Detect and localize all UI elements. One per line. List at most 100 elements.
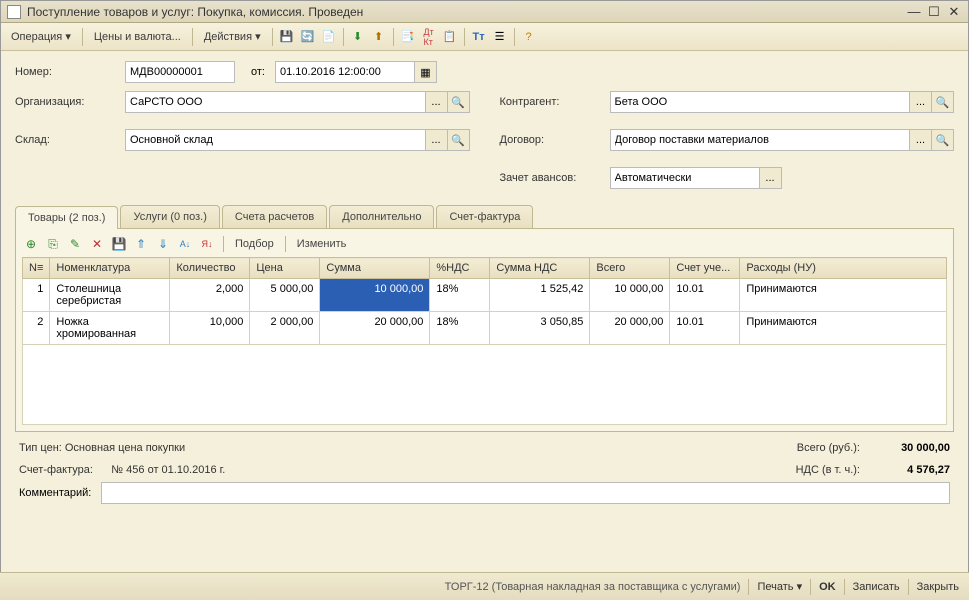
number-input[interactable] — [125, 61, 235, 83]
tt-icon[interactable]: Тт — [470, 28, 488, 46]
col-n[interactable]: N≡ — [23, 258, 50, 279]
dogovor-select-button[interactable]: ... — [910, 129, 932, 151]
cell-n[interactable]: 2 — [23, 312, 50, 345]
col-vatp[interactable]: %НДС — [430, 258, 490, 279]
add-row-icon[interactable]: ⊕ — [22, 235, 40, 253]
cell-total[interactable]: 10 000,00 — [590, 279, 670, 312]
cell-acct[interactable]: 10.01 — [670, 312, 740, 345]
cell-qty[interactable]: 2,000 — [170, 279, 250, 312]
cell-exp[interactable]: Принимаются — [740, 279, 947, 312]
cell-total[interactable]: 20 000,00 — [590, 312, 670, 345]
based-on-icon[interactable]: 📑 — [399, 28, 417, 46]
tab-invoice[interactable]: Счет-фактура — [436, 205, 533, 228]
add-icon[interactable]: 📄 — [320, 28, 338, 46]
change-link[interactable]: Изменить — [293, 238, 351, 250]
maximize-button[interactable]: ☐ — [926, 5, 942, 19]
grid-empty-area[interactable] — [22, 345, 947, 425]
save-icon[interactable]: 💾 — [278, 28, 296, 46]
org-field: ... 🔍 — [125, 91, 470, 113]
sf-value: № 456 от 01.10.2016 г. — [111, 464, 225, 476]
print-button[interactable]: Печать ▾ — [757, 580, 802, 593]
statusbar: ТОРГ-12 (Товарная накладная за поставщик… — [0, 572, 969, 600]
tab-body: ⊕ ⎘ ✎ ✕ 💾 ⇑ ⇓ А↓ Я↓ Подбор Изменить N≡ Н… — [15, 228, 954, 432]
cell-n[interactable]: 1 — [23, 279, 50, 312]
cell-vatp[interactable]: 18% — [430, 279, 490, 312]
cell-vatsum[interactable]: 1 525,42 — [490, 279, 590, 312]
tab-services[interactable]: Услуги (0 поз.) — [120, 205, 219, 228]
cell-vatsum[interactable]: 3 050,85 — [490, 312, 590, 345]
list-icon[interactable]: ☰ — [491, 28, 509, 46]
tab-accounts[interactable]: Счета расчетов — [222, 205, 327, 228]
col-qty[interactable]: Количество — [170, 258, 250, 279]
cell-sum[interactable]: 20 000,00 — [320, 312, 430, 345]
calendar-icon[interactable]: ▦ — [415, 61, 437, 83]
cell-exp[interactable]: Принимаются — [740, 312, 947, 345]
help-icon[interactable]: ? — [520, 28, 538, 46]
copy-row-icon[interactable]: ⎘ — [44, 235, 62, 253]
cell-nomen[interactable]: Ножка хромированная — [50, 312, 170, 345]
table-row[interactable]: 2 Ножка хромированная 10,000 2 000,00 20… — [23, 312, 947, 345]
sklad-select-button[interactable]: ... — [426, 129, 448, 151]
ok-button[interactable]: OK — [819, 581, 836, 593]
cell-sum[interactable]: 10 000,00 — [320, 279, 430, 312]
titlebar: Поступление товаров и услуг: Покупка, ко… — [1, 1, 968, 23]
cell-price[interactable]: 5 000,00 — [250, 279, 320, 312]
cell-acct[interactable]: 10.01 — [670, 279, 740, 312]
edit-row-icon[interactable]: ✎ — [66, 235, 84, 253]
date-input[interactable] — [275, 61, 415, 83]
menu-operation[interactable]: Операция ▾ — [5, 27, 77, 46]
table-row[interactable]: 1 Столешница серебристая 2,000 5 000,00 … — [23, 279, 947, 312]
contr-select-button[interactable]: ... — [910, 91, 932, 113]
tab-goods[interactable]: Товары (2 поз.) — [15, 206, 118, 229]
close-button[interactable]: Закрыть — [917, 581, 959, 593]
cell-vatp[interactable]: 18% — [430, 312, 490, 345]
comment-input[interactable] — [101, 482, 950, 504]
col-price[interactable]: Цена — [250, 258, 320, 279]
dtkt-icon[interactable]: ДтКт — [420, 28, 438, 46]
col-exp[interactable]: Расходы (НУ) — [740, 258, 947, 279]
col-sum[interactable]: Сумма — [320, 258, 430, 279]
sklad-open-button[interactable]: 🔍 — [448, 129, 470, 151]
post-icon[interactable]: ⬇ — [349, 28, 367, 46]
cell-qty[interactable]: 10,000 — [170, 312, 250, 345]
unpost-icon[interactable]: ⬆ — [370, 28, 388, 46]
org-open-button[interactable]: 🔍 — [448, 91, 470, 113]
avans-label: Зачет авансов: — [500, 172, 600, 184]
org-label: Организация: — [15, 96, 115, 108]
dogovor-input[interactable] — [610, 129, 911, 151]
tab-additional[interactable]: Дополнительно — [329, 205, 434, 228]
sort-asc-icon[interactable]: А↓ — [176, 235, 194, 253]
report-icon[interactable]: 📋 — [441, 28, 459, 46]
contr-input[interactable] — [610, 91, 911, 113]
minimize-button[interactable]: — — [906, 5, 922, 19]
avans-input[interactable] — [610, 167, 760, 189]
col-total[interactable]: Всего — [590, 258, 670, 279]
date-field: ▦ — [275, 61, 437, 83]
org-select-button[interactable]: ... — [426, 91, 448, 113]
cell-price[interactable]: 2 000,00 — [250, 312, 320, 345]
menu-prices[interactable]: Цены и валюта... — [88, 28, 187, 46]
save-button[interactable]: Записать — [853, 581, 900, 593]
refresh-icon[interactable]: 🔄 — [299, 28, 317, 46]
contr-open-button[interactable]: 🔍 — [932, 91, 954, 113]
number-field — [125, 61, 235, 83]
torg12-link[interactable]: ТОРГ-12 (Товарная накладная за поставщик… — [445, 581, 741, 593]
avans-select-button[interactable]: ... — [760, 167, 782, 189]
org-input[interactable] — [125, 91, 426, 113]
col-acct[interactable]: Счет уче... — [670, 258, 740, 279]
delete-row-icon[interactable]: ✕ — [88, 235, 106, 253]
move-down-icon[interactable]: ⇓ — [154, 235, 172, 253]
dogovor-open-button[interactable]: 🔍 — [932, 129, 954, 151]
save-rows-icon[interactable]: 💾 — [110, 235, 128, 253]
menu-actions[interactable]: Действия ▾ — [198, 27, 267, 46]
sort-desc-icon[interactable]: Я↓ — [198, 235, 216, 253]
close-window-button[interactable]: ✕ — [946, 5, 962, 19]
podbor-link[interactable]: Подбор — [231, 238, 278, 250]
col-nomen[interactable]: Номенклатура — [50, 258, 170, 279]
total-value: 30 000,00 — [870, 442, 950, 454]
sklad-input[interactable] — [125, 129, 426, 151]
col-vatsum[interactable]: Сумма НДС — [490, 258, 590, 279]
cell-nomen[interactable]: Столешница серебристая — [50, 279, 170, 312]
vat-value: 4 576,27 — [870, 464, 950, 476]
move-up-icon[interactable]: ⇑ — [132, 235, 150, 253]
